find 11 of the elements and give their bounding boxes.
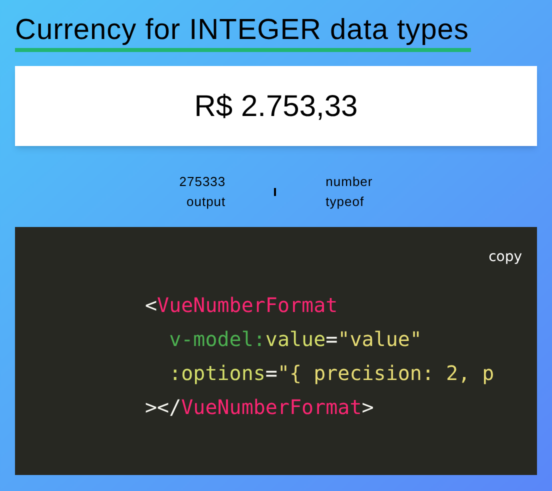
- currency-display: R$ 2.753,33: [15, 66, 537, 146]
- copy-button[interactable]: copy: [488, 247, 522, 268]
- code-line: <VueNumberFormat: [145, 292, 338, 319]
- code-line: v-model:value="value": [168, 326, 422, 353]
- stat-value: 275333: [179, 173, 226, 191]
- page-title: Currency for INTEGER data types: [15, 12, 471, 52]
- stat-value: number: [326, 173, 373, 191]
- stat-label: output: [186, 193, 226, 211]
- code-line: ></VueNumberFormat>: [145, 394, 374, 421]
- stat-label: typeof: [326, 193, 364, 211]
- code-line: :options="{ precision: 2, p: [168, 360, 494, 387]
